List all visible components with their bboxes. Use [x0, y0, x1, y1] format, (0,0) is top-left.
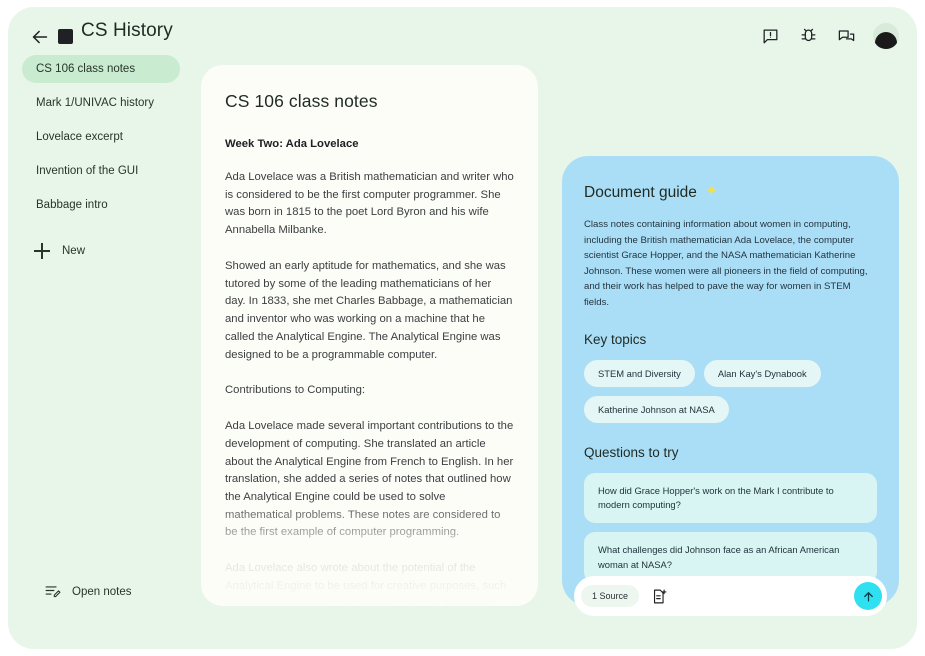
document-paragraph: Contributions to Computing: — [225, 384, 366, 397]
top-bar-actions — [759, 23, 899, 49]
plus-icon — [34, 243, 50, 259]
composer-bar: 1 Source — [574, 576, 887, 616]
document-guide-title: Document guide — [584, 184, 697, 201]
source-count-chip[interactable]: 1 Source — [581, 585, 640, 607]
edit-note-icon — [44, 582, 61, 602]
bug-report-icon[interactable] — [797, 25, 819, 47]
document-paragraph: Showed an early aptitude for mathematics… — [225, 259, 513, 361]
document-heading: Week Two: Ada Lovelace — [225, 138, 359, 150]
message-input[interactable] — [672, 590, 854, 602]
page-title: CS History — [81, 20, 173, 41]
user-avatar[interactable] — [873, 23, 899, 49]
key-topics-list: STEM and Diversity Alan Kay's Dynabook K… — [584, 360, 877, 424]
question-card[interactable]: How did Grace Hopper's work on the Mark … — [584, 473, 877, 524]
add-document-icon[interactable] — [646, 583, 672, 609]
back-arrow-icon[interactable] — [29, 26, 51, 48]
document-guide-header: Document guide — [584, 183, 877, 203]
sidebar-item-mark-1-univac-history[interactable]: Mark 1/UNIVAC history — [22, 89, 180, 117]
document-guide-panel: Document guide Class notes containing in… — [562, 156, 899, 606]
document-card: CS 106 class notes Week Two: Ada Lovelac… — [201, 65, 538, 606]
document-square-icon — [58, 29, 73, 44]
new-note-button[interactable]: New — [22, 237, 180, 265]
key-topic-chip[interactable]: STEM and Diversity — [584, 360, 695, 388]
key-topic-chip[interactable]: Katherine Johnson at NASA — [584, 396, 729, 424]
sidebar-item-cs-106-class-notes[interactable]: CS 106 class notes — [22, 55, 180, 83]
open-notes-button[interactable]: Open notes — [44, 582, 131, 602]
key-topic-chip[interactable]: Alan Kay's Dynabook — [703, 360, 821, 388]
app-surface: CS History CS 106 class notes Mark 1/UNI… — [8, 7, 917, 649]
document-paragraph: Ada Lovelace made several important cont… — [225, 420, 514, 539]
document-title: CS 106 class notes — [225, 91, 378, 111]
sidebar-item-lovelace-excerpt[interactable]: Lovelace excerpt — [22, 123, 180, 151]
sidebar: CS 106 class notes Mark 1/UNIVAC history… — [8, 55, 194, 649]
sidebar-item-invention-of-the-gui[interactable]: Invention of the GUI — [22, 157, 180, 185]
key-topics-title: Key topics — [584, 332, 647, 348]
questions-list: How did Grace Hopper's work on the Mark … — [584, 473, 877, 583]
chat-bubble-icon[interactable] — [835, 25, 857, 47]
sparkle-icon — [704, 183, 719, 203]
sidebar-item-babbage-intro[interactable]: Babbage intro — [22, 191, 180, 219]
new-note-label: New — [62, 245, 86, 257]
send-arrow-up-icon[interactable] — [854, 582, 882, 610]
document-guide-summary: Class notes containing information about… — [584, 219, 868, 308]
feedback-icon[interactable] — [759, 25, 781, 47]
open-notes-label: Open notes — [72, 586, 132, 598]
questions-to-try-title: Questions to try — [584, 445, 679, 461]
document-paragraph: Ada Lovelace was a British mathematician… — [225, 171, 514, 237]
document-paragraph: Ada Lovelace also wrote about the potent… — [225, 562, 507, 606]
